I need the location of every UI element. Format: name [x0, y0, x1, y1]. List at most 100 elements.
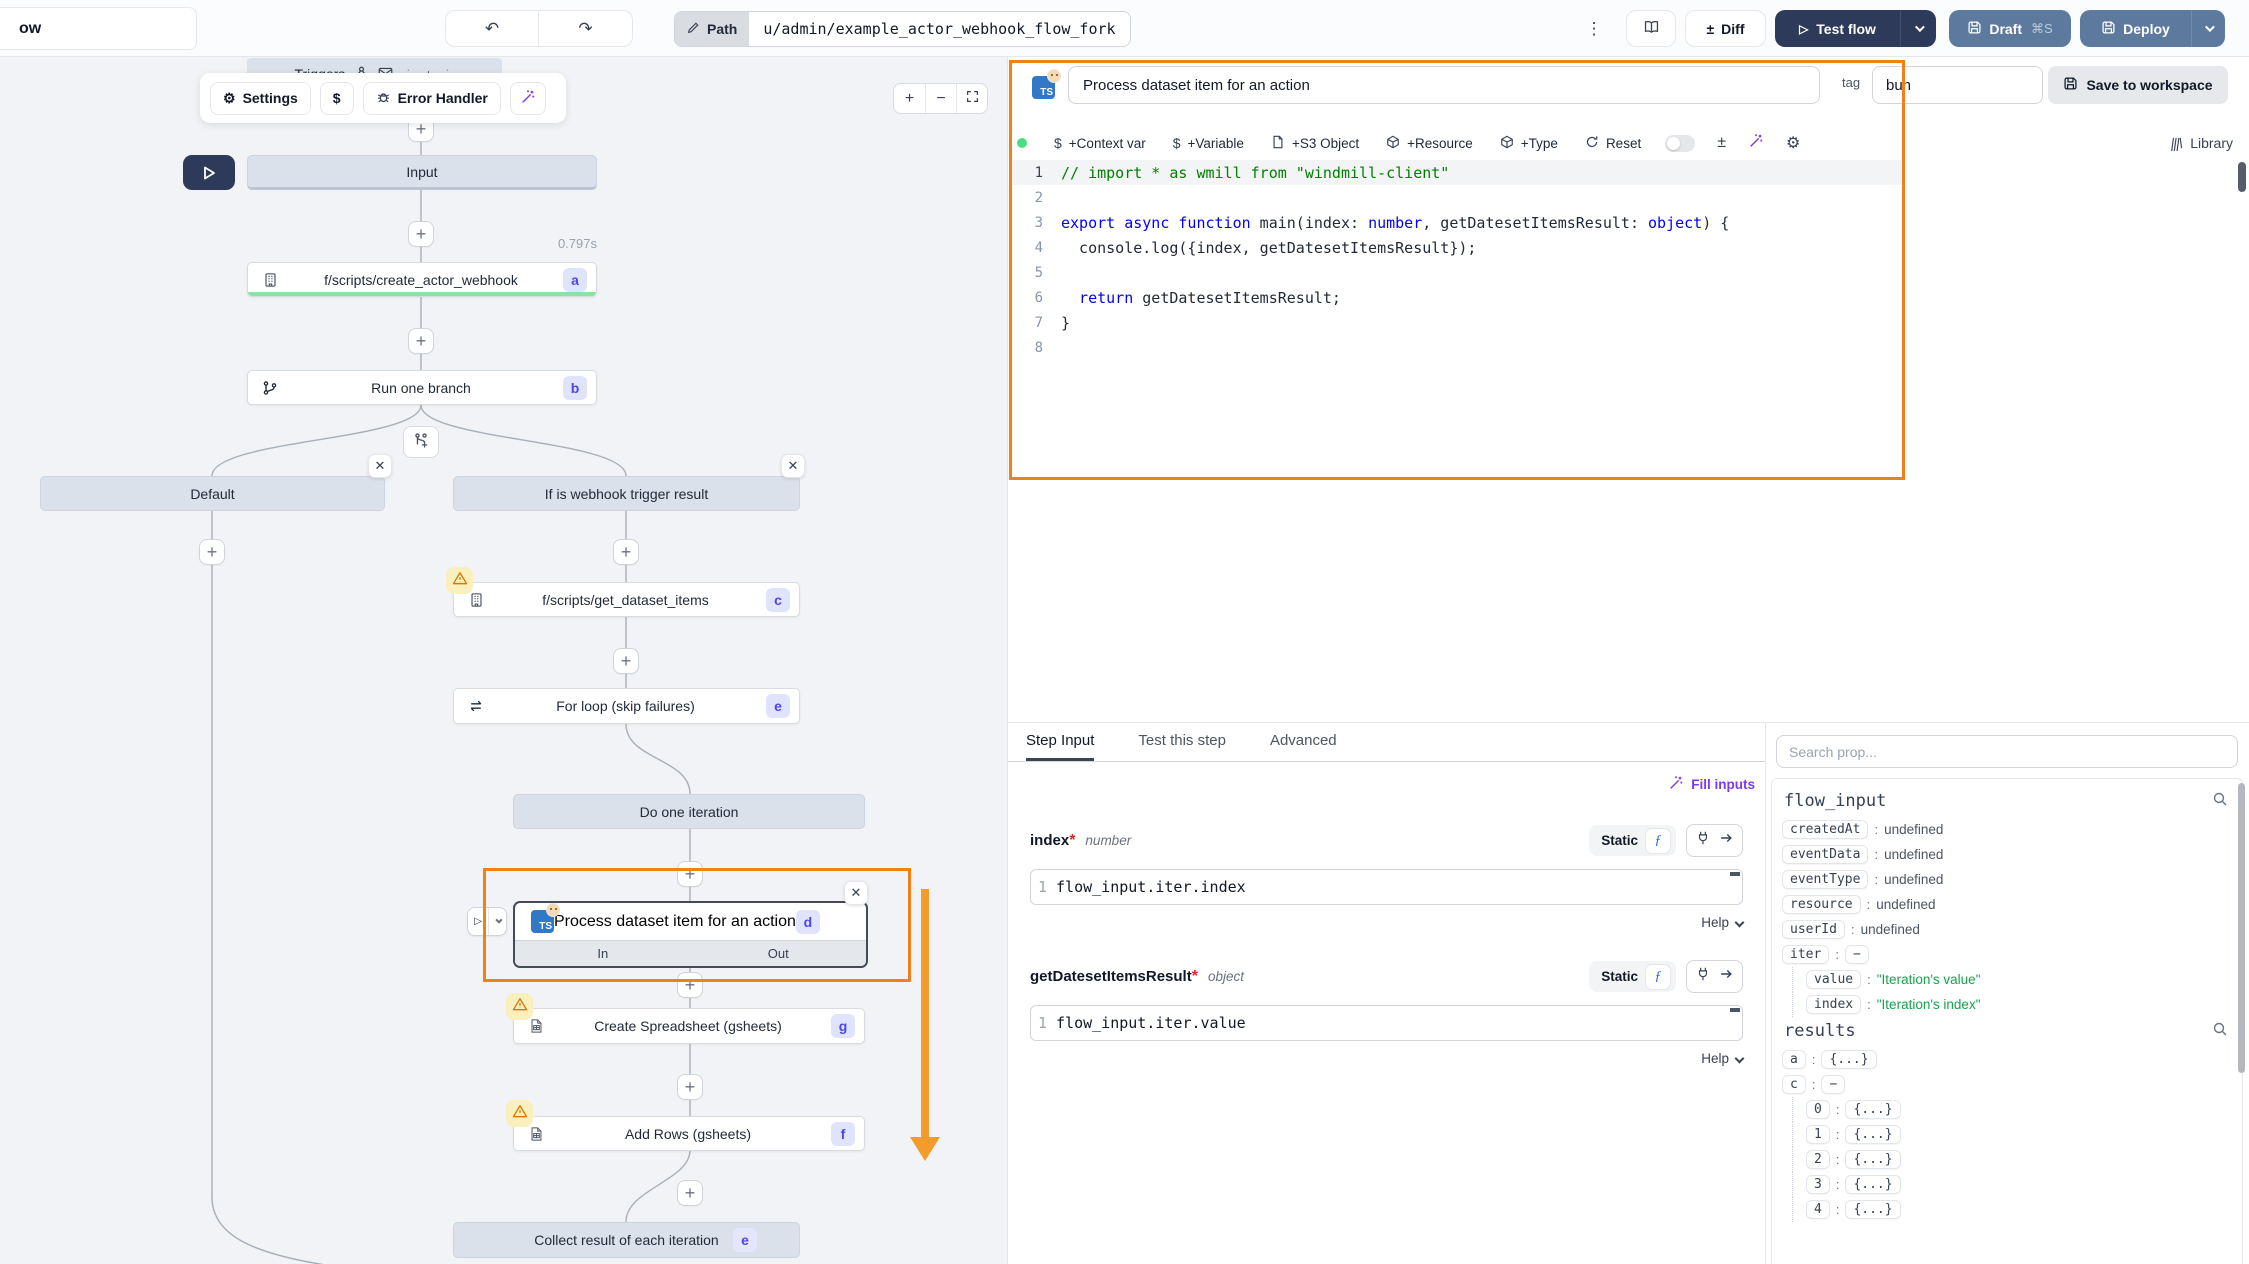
tab-test-this-step[interactable]: Test this step — [1138, 723, 1226, 761]
toolbar-item-type[interactable]: +Type — [1500, 135, 1558, 152]
connect-input-group[interactable] — [1686, 960, 1743, 993]
run-step-controls[interactable]: ▷ — [467, 907, 507, 936]
delete-step-button[interactable]: ✕ — [844, 881, 868, 905]
ai-assistant-button[interactable] — [510, 82, 546, 115]
prop-key[interactable]: c — [1782, 1075, 1806, 1094]
gear-icon[interactable]: ⚙ — [1786, 133, 1800, 153]
expression-input[interactable]: 1flow_input.iter.value — [1030, 1005, 1743, 1041]
prop-value-pill[interactable]: {...} — [1845, 1150, 1900, 1169]
node-for-loop[interactable]: For loop (skip failures) e — [453, 688, 800, 724]
prop-value-pill[interactable]: {...} — [1845, 1100, 1900, 1119]
prop-key[interactable]: 0 — [1806, 1100, 1830, 1119]
prop-key[interactable]: eventType — [1782, 870, 1868, 889]
insert-step-button[interactable]: + — [677, 1180, 703, 1206]
prop-value-pill[interactable]: − — [1821, 1075, 1845, 1094]
prop-key[interactable]: value — [1806, 970, 1861, 989]
step-title-input[interactable]: Process dataset item for an action — [1068, 66, 1820, 104]
zoom-out-button[interactable]: − — [925, 84, 956, 113]
error-handler-button[interactable]: Error Handler — [363, 82, 501, 115]
prop-value-pill[interactable]: {...} — [1845, 1175, 1900, 1194]
diff-icon[interactable]: ± — [1717, 134, 1726, 152]
connect-input-group[interactable] — [1686, 824, 1743, 857]
toolbar-item-variable[interactable]: $+Variable — [1173, 135, 1244, 151]
toggle-switch[interactable] — [1665, 135, 1695, 152]
more-menu-button[interactable]: ⋮ — [1584, 12, 1604, 45]
node-in-tab[interactable]: In — [515, 941, 691, 966]
prop-value-pill[interactable]: {...} — [1845, 1125, 1900, 1144]
prop-key[interactable]: resource — [1782, 895, 1861, 914]
redo-button[interactable]: ↷ — [539, 11, 632, 46]
library-button[interactable]: |||\ Library — [2171, 126, 2233, 160]
search-prop-input[interactable]: Search prop... — [1776, 735, 2238, 768]
toolbar-item-contextvar[interactable]: $+Context var — [1054, 135, 1146, 151]
tab-step-input[interactable]: Step Input — [1026, 723, 1094, 761]
help-toggle[interactable]: Help — [1030, 1051, 1743, 1066]
insert-step-button[interactable]: + — [408, 221, 434, 247]
magic-wand-icon[interactable] — [1748, 133, 1764, 154]
run-flow-button[interactable] — [183, 155, 235, 190]
code-editor[interactable]: 1// import * as wmill from "windmill-cli… — [1009, 160, 1902, 478]
zoom-in-button[interactable]: + — [894, 84, 925, 113]
static-mode-toggle[interactable]: Staticƒ — [1589, 961, 1676, 992]
node-create-actor-webhook[interactable]: f/scripts/create_actor_webhook a — [247, 262, 597, 297]
fill-inputs-button[interactable]: Fill inputs — [1668, 775, 1755, 794]
settings-button[interactable]: ⚙ Settings — [210, 82, 311, 115]
prop-key[interactable]: 1 — [1806, 1125, 1830, 1144]
add-branch-button[interactable] — [403, 426, 439, 458]
delete-branch-button[interactable]: ✕ — [368, 454, 392, 478]
node-create-spreadsheet[interactable]: Create Spreadsheet (gsheets) g — [513, 1008, 865, 1044]
test-flow-dropdown[interactable] — [1900, 10, 1936, 47]
flow-name-box[interactable]: ow — [0, 7, 197, 50]
node-process-dataset-item-selected[interactable]: TS Process dataset item for an action d … — [513, 901, 868, 968]
insert-step-button[interactable]: + — [613, 648, 639, 674]
deploy-dropdown[interactable] — [2191, 10, 2225, 47]
insert-step-button[interactable]: + — [408, 328, 434, 354]
prop-value-pill[interactable]: − — [1845, 945, 1869, 964]
node-branch-if-webhook[interactable]: If is webhook trigger result — [453, 476, 800, 511]
prop-key[interactable]: eventData — [1782, 845, 1868, 864]
insert-step-button[interactable]: + — [613, 539, 639, 565]
prop-key[interactable]: 2 — [1806, 1150, 1830, 1169]
prop-key[interactable]: userId — [1782, 920, 1845, 939]
prop-key[interactable]: 3 — [1806, 1175, 1830, 1194]
node-collect-result[interactable]: Collect result of each iteration e — [453, 1222, 800, 1258]
draft-button[interactable]: Draft ⌘S — [1949, 10, 2071, 47]
magnifier-icon[interactable] — [2212, 1021, 2228, 1042]
prop-key[interactable]: iter — [1782, 945, 1829, 964]
docs-button[interactable] — [1626, 10, 1676, 47]
save-to-workspace-button[interactable]: Save to workspace — [2048, 66, 2228, 104]
prop-value-pill[interactable]: {...} — [1821, 1050, 1876, 1069]
help-toggle[interactable]: Help — [1030, 915, 1743, 930]
insert-step-button[interactable]: + — [677, 972, 703, 998]
props-scrollbar[interactable] — [2238, 783, 2245, 1073]
prop-value-pill[interactable]: {...} — [1845, 1200, 1900, 1219]
toolbar-item-resource[interactable]: +Resource — [1386, 135, 1473, 152]
function-mode-icon[interactable]: ƒ — [1646, 829, 1670, 853]
deploy-button[interactable]: Deploy — [2080, 10, 2225, 47]
tag-input[interactable]: bun — [1872, 66, 2043, 104]
tab-advanced[interactable]: Advanced — [1270, 723, 1337, 761]
insert-step-button[interactable]: + — [199, 539, 225, 565]
editor-scrollbar[interactable] — [2238, 162, 2246, 192]
static-mode-toggle[interactable]: Staticƒ — [1589, 825, 1676, 856]
delete-branch-button[interactable]: ✕ — [781, 454, 805, 478]
test-flow-button[interactable]: ▷ Test flow — [1775, 10, 1936, 47]
path-chip[interactable]: Path u/admin/example_actor_webhook_flow_… — [674, 11, 1131, 47]
prop-key[interactable]: createdAt — [1782, 820, 1868, 839]
magnifier-icon[interactable] — [2212, 791, 2228, 812]
node-get-dataset-items[interactable]: f/scripts/get_dataset_items c — [453, 582, 800, 617]
node-out-tab[interactable]: Out — [691, 941, 867, 966]
node-do-one-iteration[interactable]: Do one iteration — [513, 794, 865, 829]
undo-button[interactable]: ↶ — [446, 11, 539, 46]
toolbar-item-s3object[interactable]: +S3 Object — [1271, 135, 1359, 152]
node-input[interactable]: Input — [247, 155, 597, 190]
node-branch-default[interactable]: Default — [40, 476, 385, 511]
function-mode-icon[interactable]: ƒ — [1646, 965, 1670, 989]
prop-key[interactable]: index — [1806, 995, 1861, 1014]
flow-canvas[interactable]: Triggers ⋮ + ⋮ ⚙ Settings $ Error Handle… — [0, 57, 1008, 1264]
node-run-one-branch[interactable]: Run one branch b — [247, 370, 597, 405]
insert-step-button[interactable]: + — [677, 1074, 703, 1100]
toolbar-item-reset[interactable]: Reset — [1585, 135, 1641, 152]
fit-view-button[interactable] — [956, 84, 987, 113]
diff-button[interactable]: ± Diff — [1685, 10, 1766, 47]
